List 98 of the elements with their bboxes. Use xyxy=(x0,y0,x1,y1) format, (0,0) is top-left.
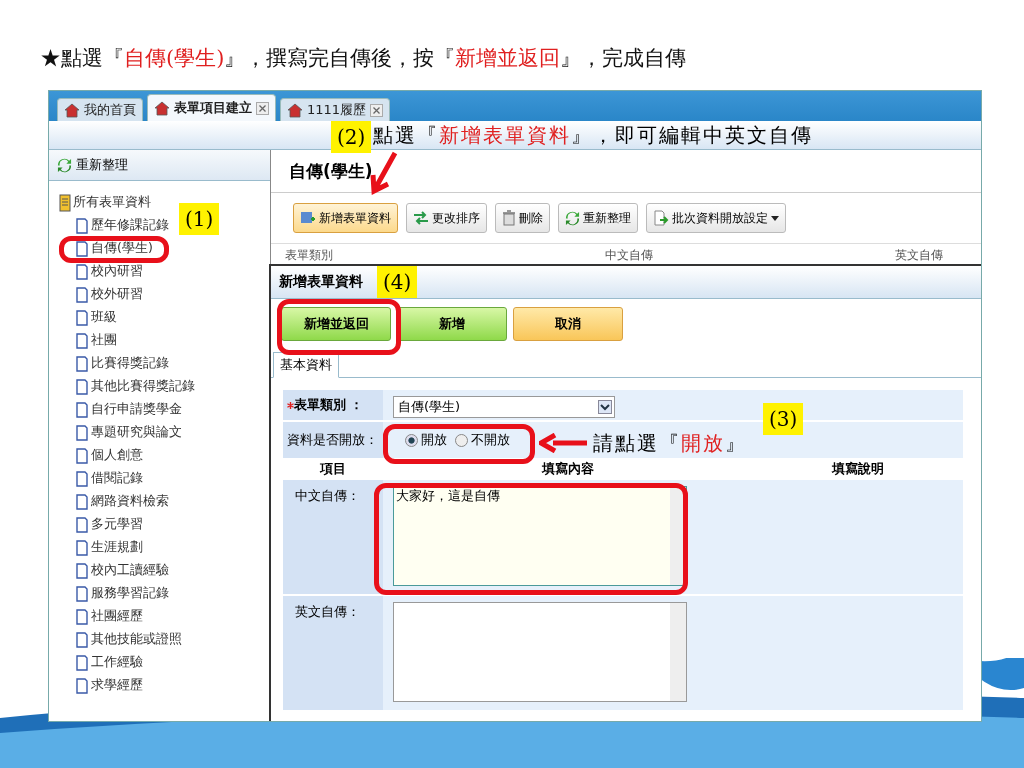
required-icon xyxy=(287,401,294,409)
tab[interactable]: 表單項目建立 xyxy=(147,94,276,121)
step-label: (4) xyxy=(377,266,418,298)
document-icon xyxy=(75,240,89,257)
tree-item[interactable]: 服務學習記錄 xyxy=(59,582,169,605)
radio-button[interactable] xyxy=(405,433,418,447)
column-header: 英文自傳 xyxy=(895,247,944,264)
dropdown-icon xyxy=(598,400,612,414)
radio-button[interactable] xyxy=(455,433,468,447)
column-header: 中文自傳 xyxy=(605,247,654,264)
tree-item[interactable]: 其他技能或證照 xyxy=(59,628,182,651)
tree-item[interactable]: 專題研究與論文 xyxy=(59,421,182,444)
instruction-text: ★點選『自傳(學生)』，撰寫完自傳後，按『新增並返回』，完成自傳 xyxy=(39,45,688,72)
document-icon xyxy=(75,217,89,234)
column-header: 項目 xyxy=(319,460,347,478)
step-label: (3) xyxy=(763,403,804,435)
toolbar-button[interactable]: 刪除 xyxy=(495,203,550,233)
scrollbar[interactable] xyxy=(670,603,686,701)
house-icon xyxy=(287,102,303,118)
tree-item[interactable]: 比賽得獎記錄 xyxy=(59,352,169,375)
house-icon xyxy=(154,100,170,116)
category-select[interactable]: 自傳(學生) xyxy=(393,396,615,418)
column-header: 填寫內容 xyxy=(540,460,595,478)
add-form-icon xyxy=(300,210,316,226)
refresh-header[interactable]: 重新整理 xyxy=(49,150,270,181)
trash-icon xyxy=(502,210,516,226)
text-area[interactable]: 大家好，這是自傳 xyxy=(393,486,687,586)
close-icon[interactable] xyxy=(370,103,384,117)
tab[interactable]: 1111履歷 xyxy=(280,98,391,121)
column-header: 表單類別 xyxy=(285,247,334,264)
toolbar-button[interactable]: 新增表單資料 xyxy=(293,203,398,233)
toolbar-button[interactable]: 批次資料開放設定 xyxy=(646,203,786,233)
radio-label: 開放 xyxy=(421,431,447,449)
tree-item[interactable]: 求學經歷 xyxy=(59,674,143,697)
document-icon xyxy=(75,447,89,464)
document-icon xyxy=(75,309,89,326)
toolbar-button[interactable]: 更改排序 xyxy=(406,203,487,233)
callout-text: 請點選『開放』 xyxy=(593,430,747,457)
document-icon xyxy=(75,355,89,372)
tree-item[interactable]: 社團 xyxy=(59,329,117,352)
step-label: (1) xyxy=(179,203,220,235)
field-label: 英文自傳： xyxy=(283,596,383,710)
document-icon xyxy=(75,424,89,441)
tree-item[interactable]: 自行申請獎學金 xyxy=(59,398,182,421)
tree-item[interactable]: 網路資料檢索 xyxy=(59,490,169,513)
refresh-icon xyxy=(57,157,72,173)
tree-item[interactable]: 班級 xyxy=(59,306,117,329)
field-label: 資料是否開放： xyxy=(283,422,383,458)
tree-item[interactable]: 工作經驗 xyxy=(59,651,143,674)
caret-icon xyxy=(771,215,779,221)
document-icon xyxy=(75,493,89,510)
toolbar-button[interactable]: 重新整理 xyxy=(558,203,638,233)
tree-item[interactable]: 校內研習 xyxy=(59,260,143,283)
document-icon xyxy=(75,631,89,648)
document-icon xyxy=(75,539,89,556)
arrow-icon xyxy=(539,433,589,453)
document-icon xyxy=(75,401,89,418)
step-label: (2) xyxy=(331,121,372,153)
tree-item[interactable]: 校外研習 xyxy=(59,283,143,306)
content-title: 自傳(學生) xyxy=(271,150,981,193)
tree-item[interactable]: 校內工讀經驗 xyxy=(59,559,169,582)
document-icon xyxy=(75,378,89,395)
tree-item[interactable]: 歷年修課記錄 xyxy=(59,214,169,237)
document-icon xyxy=(75,263,89,280)
document-icon xyxy=(75,677,89,694)
dialog-title: 新增表單資料 xyxy=(279,273,363,291)
document-icon xyxy=(75,332,89,349)
document-arrow-icon xyxy=(653,210,669,226)
field-label: 中文自傳： xyxy=(283,480,383,594)
tab[interactable]: 我的首頁 xyxy=(57,98,143,121)
document-icon xyxy=(75,654,89,671)
tree-root[interactable]: 所有表單資料 xyxy=(59,191,151,214)
dialog-button[interactable]: 新增並返回 xyxy=(281,307,391,341)
column-header: 填寫說明 xyxy=(830,460,885,478)
house-icon xyxy=(64,102,80,118)
tree-item[interactable]: 自傳(學生) xyxy=(59,237,153,260)
document-icon xyxy=(75,608,89,625)
refresh-icon xyxy=(565,210,580,226)
notebook-icon xyxy=(59,193,71,212)
tree-item[interactable]: 其他比賽得獎記錄 xyxy=(59,375,195,398)
document-icon xyxy=(75,516,89,533)
dialog-button[interactable]: 取消 xyxy=(513,307,623,341)
tree-item[interactable]: 個人創意 xyxy=(59,444,143,467)
tree-item[interactable]: 多元學習 xyxy=(59,513,143,536)
document-icon xyxy=(75,562,89,579)
sort-icon xyxy=(413,210,429,226)
text-area[interactable] xyxy=(393,602,687,702)
document-icon xyxy=(75,286,89,303)
close-icon[interactable] xyxy=(256,101,269,115)
arrow-icon xyxy=(369,151,399,195)
document-icon xyxy=(75,585,89,602)
field-label: 表單類別 ： xyxy=(283,390,383,420)
radio-label: 不開放 xyxy=(471,431,510,449)
tree-item[interactable]: 社團經歷 xyxy=(59,605,143,628)
document-icon xyxy=(75,470,89,487)
tree-item[interactable]: 借閱記錄 xyxy=(59,467,143,490)
tree-item[interactable]: 生涯規劃 xyxy=(59,536,143,559)
callout-text: 點選『新增表單資料』，即可編輯中英文自傳 xyxy=(373,122,814,149)
